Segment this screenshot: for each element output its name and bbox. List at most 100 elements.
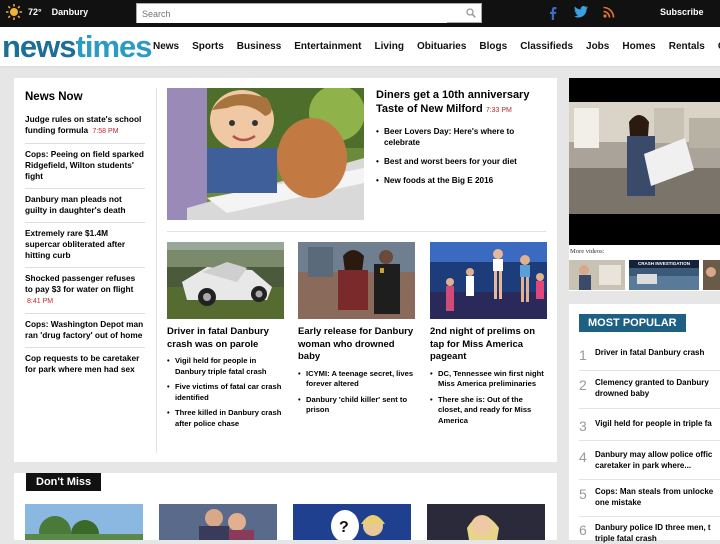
news-now-item[interactable]: Judge rules on state's school funding fo… [25, 111, 145, 144]
sun-icon [6, 4, 22, 20]
facebook-icon[interactable] [549, 6, 557, 20]
site-logo[interactable]: newstimes [2, 29, 153, 65]
popular-item[interactable]: 6 Danbury police ID three men, t triple f… [579, 522, 720, 544]
top-bar: 72° Danbury Subscribe [0, 0, 720, 27]
video-player[interactable] [569, 78, 720, 214]
related-link[interactable]: Five victims of fatal car crash identifi… [167, 382, 284, 403]
story-headline[interactable]: Early release for Danbury woman who drow… [298, 326, 415, 364]
nav-item-entertainment[interactable]: Entertainment [294, 41, 361, 52]
news-now-headline: Cop requests to be caretaker for park wh… [25, 353, 140, 374]
news-now-section: News Now Judge rules on state's school f… [25, 91, 145, 383]
top-story: Diners get a 10th anniversary Taste of N… [376, 88, 546, 186]
more-videos: More videos: CRASH INVESTIGATION [569, 245, 720, 291]
related-link[interactable]: Three killed in Danbury crash after poli… [167, 408, 284, 429]
nav-item-business[interactable]: Business [237, 41, 281, 52]
top-story-time: 7:33 PM [485, 107, 512, 114]
dont-miss-title: Don't Miss [26, 473, 102, 491]
dont-miss-thumbnail[interactable]: ? [293, 504, 411, 540]
search-box[interactable] [136, 3, 482, 23]
nav-item-classifieds[interactable]: Classifieds [520, 41, 573, 52]
subscribe-link[interactable]: Subscribe [660, 7, 704, 17]
popular-headline-cont: triple fatal crash [595, 534, 657, 543]
popular-divider [579, 440, 720, 441]
logo-part-news: news [2, 29, 77, 64]
nav-item-obituaries[interactable]: Obituaries [417, 41, 466, 52]
search-input[interactable] [137, 5, 447, 23]
most-popular-title: MOST POPULAR [579, 314, 686, 332]
rss-icon[interactable] [603, 6, 615, 18]
story-thumbnail[interactable] [298, 242, 415, 319]
video-thumbnail[interactable]: CRASH INVESTIGATION [629, 260, 699, 290]
story-headline[interactable]: 2nd night of prelims on tap for Miss Ame… [430, 326, 547, 364]
nav-item-homes[interactable]: Homes [622, 41, 655, 52]
related-link[interactable]: DC, Tennessee win first night Miss Ameri… [430, 369, 547, 390]
related-link[interactable]: Beer Lovers Day: Here's where to celebra… [376, 126, 546, 148]
news-now-item[interactable]: Danbury man pleads not guilty in daughte… [25, 191, 145, 223]
news-now-item[interactable]: Cop requests to be caretaker for park wh… [25, 350, 145, 381]
related-link[interactable]: Danbury 'child killer' sent to prison [298, 395, 415, 416]
popular-rank: 1 [579, 347, 587, 363]
related-link[interactable]: Best and worst beers for your diet [376, 156, 546, 167]
svg-text:?: ? [339, 519, 349, 536]
popular-headline: Danbury may allow police offic [595, 450, 713, 459]
nav-item-jobs[interactable]: Jobs [586, 41, 609, 52]
video-thumbnail-caption: CRASH INVESTIGATION [638, 261, 690, 266]
top-story-headline[interactable]: Diners get a 10th anniversary Taste of N… [376, 88, 546, 118]
related-link[interactable]: New foods at the Big E 2016 [376, 175, 546, 186]
nav-item-sports[interactable]: Sports [192, 41, 224, 52]
dont-miss-thumbnail[interactable] [25, 504, 143, 540]
related-link[interactable]: ICYMI: A teenage secret, lives forever a… [298, 369, 415, 390]
dont-miss-thumbnail[interactable] [159, 504, 277, 540]
location: Danbury [51, 7, 89, 17]
weather-widget[interactable]: 72° Danbury [6, 4, 88, 20]
search-icon[interactable] [466, 8, 476, 18]
news-now-headline: Judge rules on state's school funding fo… [25, 114, 142, 135]
related-link[interactable]: There she is: Out of the closet, and rea… [430, 395, 547, 427]
story-thumbnail[interactable] [430, 242, 547, 319]
popular-rank: 6 [579, 522, 587, 538]
top-story-image[interactable] [167, 88, 364, 220]
column-divider [156, 88, 157, 453]
video-thumbnail[interactable] [703, 260, 720, 290]
news-now-item[interactable]: Cops: Washington Depot man ran 'drug fac… [25, 316, 145, 348]
news-now-time: 8:41 PM [27, 298, 54, 305]
news-now-item[interactable]: Shocked passenger refuses to pay $3 for … [25, 270, 145, 314]
main-content: News Now Judge rules on state's school f… [14, 78, 557, 462]
popular-rank: 2 [579, 377, 587, 393]
video-thumbnail[interactable] [569, 260, 625, 290]
nav-item-news[interactable]: News [153, 41, 179, 52]
popular-headline-cont: one mistake [595, 498, 642, 507]
news-now-item[interactable]: Cops: Peeing on field sparked Ridgefield… [25, 146, 145, 189]
news-now-item[interactable]: Extremely rare $1.4M supercar obliterate… [25, 225, 145, 268]
related-link[interactable]: Vigil held for people in Danbury triple … [167, 356, 284, 377]
popular-headline: Clemency granted to Danbury [595, 378, 709, 387]
most-popular-section: MOST POPULAR 1 Driver in fatal Danbury c… [569, 304, 720, 543]
story-headline[interactable]: Driver in fatal Danbury crash was on par… [167, 326, 284, 351]
story-card: 2nd night of prelims on tap for Miss Ame… [430, 242, 547, 426]
nav-bar: newstimes News Sports Business Entertain… [0, 27, 720, 67]
news-now-headline: Cops: Peeing on field sparked Ridgefield… [25, 149, 144, 181]
news-now-headline: Danbury man pleads not guilty in daughte… [25, 194, 126, 215]
twitter-icon[interactable] [574, 6, 588, 18]
news-now-headline: Shocked passenger refuses to pay $3 for … [25, 273, 136, 294]
nav-item-living[interactable]: Living [375, 41, 404, 52]
popular-item[interactable]: 5 Cops: Man steals from unlocke one mista… [579, 486, 720, 508]
story-thumbnail[interactable] [167, 242, 284, 319]
story-card: Early release for Danbury woman who drow… [298, 242, 415, 416]
logo-part-times: times [75, 29, 153, 64]
popular-item[interactable]: 1 Driver in fatal Danbury crash [579, 347, 720, 363]
temperature: 72° [28, 7, 42, 17]
story-card: Driver in fatal Danbury crash was on par… [167, 242, 284, 429]
nav-item-rentals[interactable]: Rentals [669, 41, 705, 52]
popular-divider [579, 370, 720, 371]
popular-divider [579, 479, 720, 480]
popular-divider [579, 516, 720, 517]
popular-item[interactable]: 4 Danbury may allow police offic caretake… [579, 449, 720, 471]
dont-miss-thumbnail[interactable] [427, 504, 545, 540]
popular-item[interactable]: 3 Vigil held for people in triple fa [579, 418, 720, 434]
popular-item[interactable]: 2 Clemency granted to Danbury drowned bab… [579, 377, 720, 399]
popular-headline-cont: drowned baby [595, 389, 650, 398]
nav-item-blogs[interactable]: Blogs [479, 41, 507, 52]
popular-rank: 5 [579, 486, 587, 502]
popular-headline-cont: caretaker in park where... [595, 461, 692, 470]
